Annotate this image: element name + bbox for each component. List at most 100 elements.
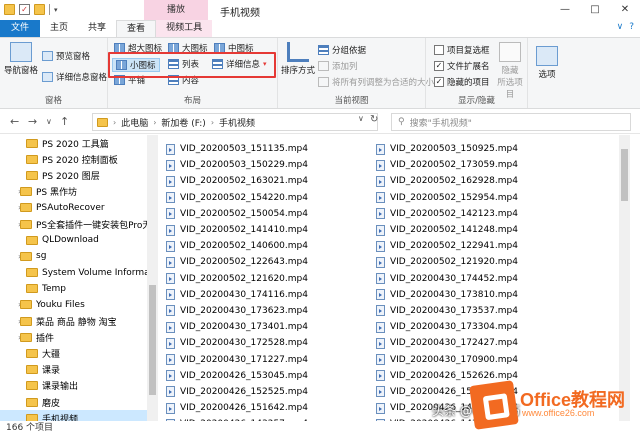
file-item[interactable]: VID_20200502_154220.mp4 [166, 190, 308, 206]
checkbox-checked[interactable]: ✓ [434, 77, 444, 87]
preview-pane-button[interactable]: 预览窗格 [42, 50, 90, 62]
file-item[interactable]: VID_20200426_152525.mp4 [166, 384, 308, 400]
properties-icon[interactable]: ✓ [19, 4, 30, 15]
tab-share[interactable]: 共享 [78, 20, 116, 37]
file-item[interactable]: VID_20200430_174116.mp4 [166, 287, 308, 303]
collapse-ribbon-icon[interactable]: ∨ [617, 22, 624, 32]
checkbox-unchecked[interactable] [434, 45, 444, 55]
minimize-button[interactable]: — [550, 0, 580, 20]
nav-tree-item[interactable]: 课录输出 [0, 378, 158, 394]
file-item[interactable]: VID_20200430_173537.mp4 [376, 303, 518, 319]
file-item[interactable]: VID_20200502_122941.mp4 [376, 238, 518, 254]
back-arrow-icon[interactable]: ← [10, 115, 19, 128]
file-item[interactable]: VID_20200430_173401.mp4 [166, 319, 308, 335]
checkbox-checked[interactable]: ✓ [434, 61, 444, 71]
file-item[interactable]: VID_20200502_173059.mp4 [376, 157, 518, 173]
nav-tree-item[interactable]: QLDownload [0, 232, 158, 248]
tab-video-tools[interactable]: 视频工具 [156, 20, 213, 37]
nav-tree-item[interactable]: › Youku Files [0, 297, 158, 313]
file-item[interactable]: VID_20200503_150229.mp4 [166, 157, 308, 173]
file-item[interactable]: VID_20200502_163021.mp4 [166, 173, 308, 189]
nav-tree-item[interactable]: PS 2020 工具篇 [0, 135, 158, 151]
expand-chevron-icon[interactable]: › [0, 300, 21, 309]
hidden-items-toggle[interactable]: ✓ 隐藏的项目 [434, 76, 490, 88]
file-item[interactable]: VID_20200426_153045.mp4 [166, 368, 308, 384]
nav-tree-item[interactable]: 课录 [0, 362, 158, 378]
file-item[interactable]: VID_20200430_172427.mp4 [376, 335, 518, 351]
file-item[interactable]: VID_20200502_122643.mp4 [166, 254, 308, 270]
chevron-right-icon[interactable]: › [113, 118, 116, 127]
chevron-right-icon[interactable]: › [153, 118, 156, 127]
file-extensions-toggle[interactable]: ✓ 文件扩展名 [434, 60, 490, 72]
item-checkboxes-toggle[interactable]: 项目复选框 [434, 44, 490, 56]
scrollbar-thumb[interactable] [621, 149, 628, 201]
file-item[interactable]: VID_20200430_173810.mp4 [376, 287, 518, 303]
file-item[interactable]: VID_20200430_170900.mp4 [376, 351, 518, 367]
options-button[interactable]: 选项 [532, 46, 562, 80]
forward-arrow-icon[interactable]: → [28, 115, 37, 128]
hide-selected-button[interactable]: 隐藏 所选项目 [494, 42, 526, 100]
size-columns-button[interactable]: 将所有列调整为合适的大小 [318, 76, 434, 88]
file-item[interactable]: VID_20200502_150054.mp4 [166, 206, 308, 222]
breadcrumb-drive[interactable]: 新加卷 (F:) [161, 116, 205, 129]
tab-file[interactable]: 文件 [0, 20, 41, 37]
add-columns-button[interactable]: 添加列 [318, 60, 358, 72]
nav-scrollbar[interactable] [147, 135, 158, 421]
expand-chevron-icon[interactable]: › [0, 187, 21, 196]
address-dropdown-icon[interactable]: ∨ [358, 114, 364, 123]
nav-tree-item[interactable]: › PS全套插件一键安装包Pro无... [0, 216, 158, 232]
refresh-icon[interactable]: ↻ [370, 114, 378, 125]
nav-tree-item[interactable]: › 菜品 商品 静物 淘宝 [0, 313, 158, 329]
recent-locations-chevron-icon[interactable]: ∨ [46, 117, 52, 126]
file-item[interactable]: VID_20200502_141248.mp4 [376, 222, 518, 238]
file-item[interactable]: VID_20200502_152954.mp4 [376, 190, 518, 206]
file-item[interactable]: VID_20200503_150925.mp4 [376, 141, 518, 157]
nav-tree-item[interactable]: 手机视频 [0, 410, 158, 421]
file-item[interactable]: VID_20200502_121620.mp4 [166, 271, 308, 287]
close-button[interactable]: ✕ [610, 0, 640, 20]
scrollbar-thumb[interactable] [149, 285, 156, 395]
expand-chevron-icon[interactable]: › [0, 333, 21, 342]
file-item[interactable]: VID_20200430_173304.mp4 [376, 319, 518, 335]
new-folder-icon[interactable] [34, 4, 45, 15]
file-item[interactable]: VID_20200502_162928.mp4 [376, 173, 518, 189]
customize-dropdown-icon[interactable]: ▾ [54, 6, 58, 14]
folder-icon[interactable] [4, 4, 15, 15]
help-icon[interactable]: ? [629, 22, 634, 32]
file-item[interactable]: VID_20200502_140600.mp4 [166, 238, 308, 254]
nav-tree-item[interactable]: › PS 黑作坊 [0, 184, 158, 200]
nav-tree-item[interactable]: System Volume Information [0, 265, 158, 281]
chevron-right-icon[interactable]: › [211, 118, 214, 127]
expand-chevron-icon[interactable]: › [0, 220, 21, 229]
nav-tree-item[interactable]: › PSAutoRecover [0, 200, 158, 216]
file-list-scrollbar[interactable] [619, 135, 630, 421]
file-item[interactable]: VID_20200426_151642.mp4 [166, 400, 308, 416]
nav-tree-item[interactable]: › sg [0, 248, 158, 264]
group-by-button[interactable]: 分组依据 [318, 44, 366, 56]
file-item[interactable]: VID_20200502_142123.mp4 [376, 206, 518, 222]
file-item[interactable]: VID_20200503_151135.mp4 [166, 141, 308, 157]
file-item[interactable]: VID_20200502_141410.mp4 [166, 222, 308, 238]
nav-tree-item[interactable]: › 插件 [0, 329, 158, 345]
nav-tree-item[interactable]: 磨皮 [0, 394, 158, 410]
nav-tree-item[interactable]: PS 2020 控制面板 [0, 151, 158, 167]
maximize-button[interactable]: □ [580, 0, 610, 20]
search-box[interactable]: ⚲ 搜索"手机视频" [391, 113, 631, 131]
breadcrumb-current-folder[interactable]: 手机视频 [219, 116, 255, 129]
file-item[interactable]: VID_20200502_121920.mp4 [376, 254, 518, 270]
nav-tree-item[interactable]: PS 2020 图层 [0, 167, 158, 183]
expand-chevron-icon[interactable]: › [0, 203, 21, 212]
breadcrumb-this-pc[interactable]: 此电脑 [121, 116, 148, 129]
tab-home[interactable]: 主页 [40, 20, 78, 37]
nav-pane-button[interactable]: 导航窗格 [4, 42, 38, 76]
up-arrow-icon[interactable]: ↑ [60, 115, 69, 128]
nav-tree-item[interactable]: 大疆 [0, 345, 158, 361]
file-item[interactable]: VID_20200430_171227.mp4 [166, 351, 308, 367]
file-item[interactable]: VID_20200430_172528.mp4 [166, 335, 308, 351]
address-bar[interactable]: › 此电脑 › 新加卷 (F:) › 手机视频 [92, 113, 378, 131]
details-pane-button[interactable]: 详细信息窗格 [42, 71, 107, 83]
file-item[interactable]: VID_20200430_174452.mp4 [376, 271, 518, 287]
expand-chevron-icon[interactable]: › [0, 317, 21, 326]
nav-tree-item[interactable]: Temp [0, 281, 158, 297]
tab-view[interactable]: 查看 [116, 20, 157, 37]
